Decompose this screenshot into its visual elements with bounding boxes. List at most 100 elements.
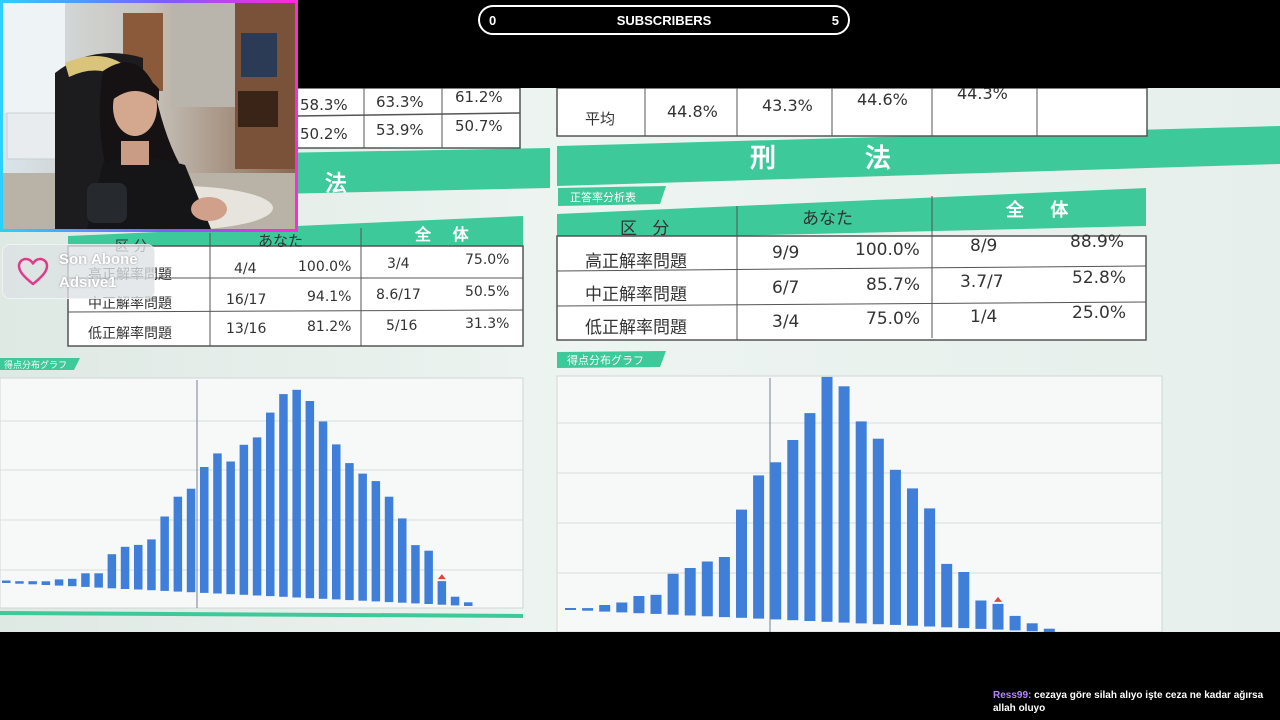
histogram-bar: [464, 602, 473, 606]
cell: 平均: [585, 110, 616, 128]
cell: 6/7: [772, 278, 800, 298]
histogram-bar: [924, 508, 936, 627]
cell: 88.9%: [1070, 232, 1125, 252]
chat-username: Ress99:: [993, 690, 1032, 701]
cell: 100.0%: [855, 240, 920, 260]
histogram-bar: [160, 516, 169, 591]
histogram-bar: [838, 386, 850, 623]
histogram-bar: [855, 421, 867, 624]
table-header-overall: 全 体: [415, 225, 477, 244]
histogram-bar: [633, 596, 645, 614]
cell: 25.0%: [1072, 303, 1127, 323]
histogram-bar: [28, 581, 37, 585]
cell: 44.3%: [957, 88, 1008, 103]
row-label: 低正解率問題: [585, 318, 687, 338]
histogram-bar: [252, 437, 262, 596]
histogram-bar: [94, 573, 103, 588]
histogram-bar: [384, 496, 394, 603]
histogram-bar: [68, 578, 77, 587]
row-label: 高正解率問題: [585, 252, 687, 272]
histogram-bar: [120, 546, 130, 589]
histogram-bar: [239, 444, 249, 595]
cell: 9/9: [772, 243, 800, 263]
histogram-bar: [992, 603, 1004, 630]
histogram-bar: [134, 544, 143, 590]
cell: 53.9%: [376, 121, 424, 139]
histogram-bar: [667, 573, 679, 615]
cell: 81.2%: [307, 319, 352, 335]
webcam-feed: [0, 0, 298, 232]
histogram-bar: [226, 461, 235, 595]
cell: 63.3%: [376, 93, 424, 111]
histogram-bar: [1009, 615, 1021, 631]
histogram-bar: [437, 581, 447, 605]
histogram-bar: [318, 421, 328, 599]
cell: 4/4: [234, 261, 257, 277]
histogram-bar: [975, 600, 987, 629]
cell: 94.1%: [307, 289, 352, 305]
right-section-title: 刑 法: [750, 144, 932, 174]
histogram-bar: [173, 496, 183, 592]
table-header-you: あなた: [258, 232, 304, 250]
table-tag: 正答率分析表: [570, 191, 636, 204]
cell: 16/17: [226, 292, 267, 308]
histogram-bar: [398, 518, 407, 603]
histogram-bar: [582, 608, 594, 611]
histogram-bar: [565, 608, 576, 610]
cell: 61.2%: [455, 88, 503, 106]
cell: 8.6/17: [376, 287, 421, 303]
latest-subscriber-widget: Son Abone Adsive1: [2, 244, 155, 299]
cell: 52.8%: [1072, 268, 1127, 288]
cell: 1/4: [970, 307, 998, 327]
cell: 13/16: [226, 321, 267, 337]
cell: 3/4: [772, 312, 800, 332]
histogram-bar: [200, 467, 209, 593]
table-header-overall: 全 体: [1006, 200, 1079, 221]
cell: 8/9: [970, 236, 998, 256]
graph-tag: 得点分布グラフ: [4, 361, 68, 371]
cell: 50.2%: [300, 125, 348, 143]
histogram-bar: [15, 581, 24, 584]
goal-label: SUBSCRIBERS: [616, 13, 712, 28]
histogram-bar: [684, 568, 696, 616]
histogram-bar: [821, 376, 833, 622]
cell: 44.6%: [857, 90, 908, 109]
histogram-bar: [616, 602, 628, 613]
cell: 75.0%: [866, 309, 921, 329]
histogram-bar: [599, 605, 611, 612]
histogram-bar: [1026, 623, 1038, 632]
cell: 43.3%: [762, 96, 813, 115]
histogram-bar: [54, 579, 64, 586]
histogram-bar: [770, 462, 782, 620]
latest-subscriber-title: Son Abone: [59, 251, 138, 268]
cell: 85.7%: [866, 275, 921, 295]
histogram-bar: [753, 475, 765, 619]
histogram-bar: [186, 488, 196, 593]
histogram-bar: [718, 557, 730, 618]
chat-text: cezaya göre silah alıyo işte ceza ne kad…: [993, 690, 1264, 714]
cell: 44.8%: [667, 102, 718, 121]
histogram-bar: [81, 573, 90, 587]
graph-tag: 得点分布グラフ: [567, 354, 644, 367]
cell: 100.0%: [298, 259, 352, 275]
cell: 31.3%: [465, 316, 510, 332]
histogram-bar: [305, 401, 315, 599]
table-header-you: あなた: [802, 209, 853, 229]
histogram-bar: [279, 394, 288, 597]
histogram-bar: [107, 554, 117, 589]
row-label: 低正解率問題: [88, 326, 172, 342]
histogram-bar: [2, 580, 11, 583]
histogram-bar: [213, 453, 222, 594]
latest-subscriber-name: Adsive1: [59, 274, 117, 291]
histogram-bar: [41, 581, 51, 585]
goal-target: 5: [831, 13, 839, 28]
left-section-title: 法: [325, 172, 348, 197]
histogram-bar: [872, 438, 884, 625]
histogram-bar: [736, 509, 747, 618]
cell: 58.3%: [300, 96, 348, 114]
histogram-bar: [941, 563, 953, 628]
histogram-bar: [332, 444, 341, 600]
histogram-bar: [787, 440, 799, 621]
histogram-bar: [358, 473, 367, 601]
histogram-bar: [147, 539, 156, 591]
